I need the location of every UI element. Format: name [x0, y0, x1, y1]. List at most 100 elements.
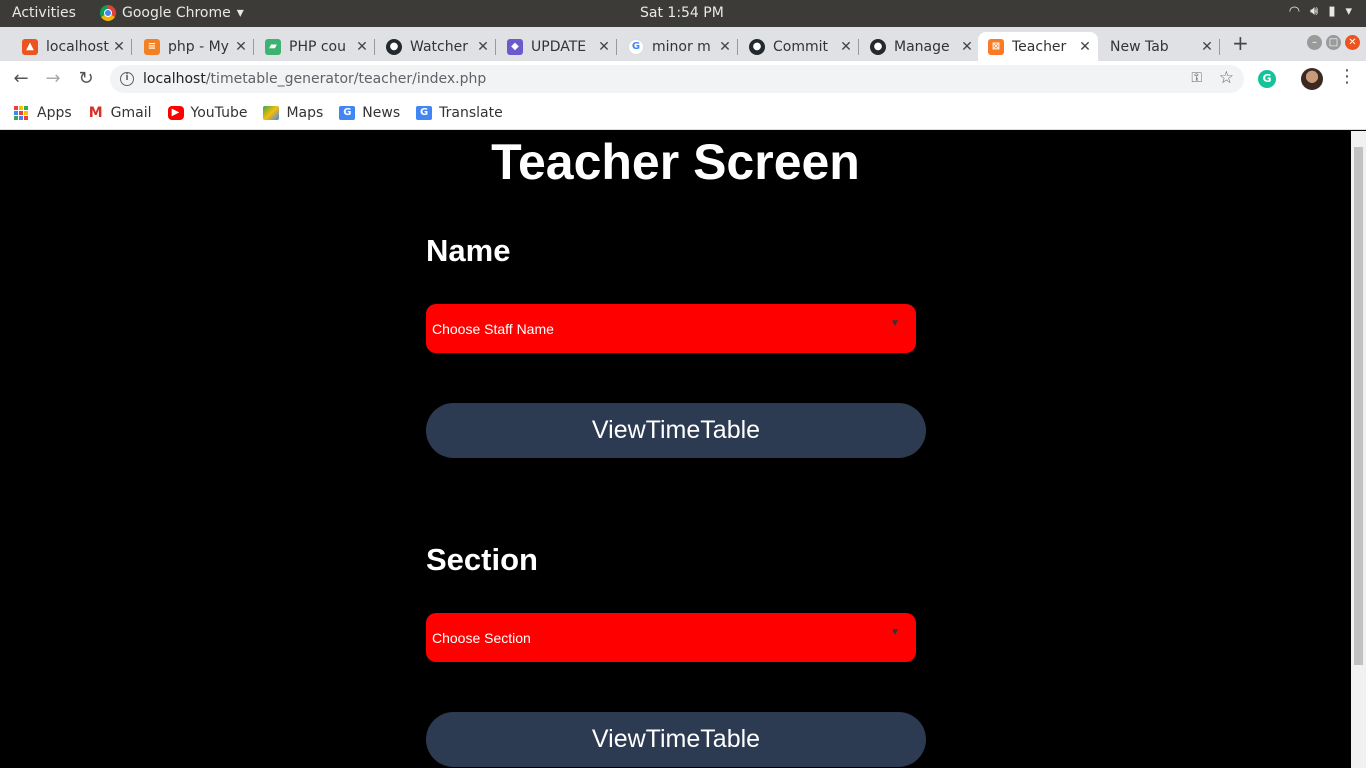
google-icon: G [628, 38, 644, 55]
tab-watcher[interactable]: ● Watcher ✕ [376, 32, 496, 61]
dropdown-arrow-icon: ▼ [890, 627, 900, 638]
key-icon[interactable]: ⚿ [1191, 70, 1202, 86]
github-icon: ● [749, 38, 765, 55]
tab-label: Manage [894, 38, 950, 55]
view-timetable-button[interactable]: ViewTimeTable [426, 403, 926, 458]
news-icon: G [339, 106, 356, 120]
close-icon[interactable]: ✕ [716, 39, 734, 55]
tab-php-my[interactable]: ≡ php - My ✕ [134, 32, 254, 61]
bookmark-news[interactable]: G News [339, 105, 400, 121]
chevron-down-icon: ▾ [236, 5, 244, 21]
bookmark-label: Translate [439, 105, 503, 121]
tab-divider [131, 39, 132, 55]
update-icon: ◆ [507, 38, 523, 55]
github-icon: ● [870, 38, 886, 55]
tab-new-tab[interactable]: New Tab ✕ [1100, 32, 1220, 61]
bookmark-translate[interactable]: G Translate [416, 105, 503, 121]
volume-icon[interactable]: 🔊︎ [1310, 4, 1318, 19]
bookmark-label: Gmail [110, 105, 152, 121]
close-icon[interactable]: ✕ [474, 39, 492, 55]
maps-icon [263, 106, 280, 120]
close-icon[interactable]: ✕ [353, 39, 371, 55]
chevron-down-icon[interactable]: ▾ [1345, 4, 1352, 19]
name-label: Name [426, 233, 511, 268]
close-icon[interactable]: ✕ [958, 39, 976, 55]
window-controls: – □ ✕ [1307, 35, 1360, 50]
tab-commit[interactable]: ● Commit ✕ [739, 32, 859, 61]
tab-label: localhost [46, 38, 109, 55]
grammarly-icon[interactable]: G [1258, 70, 1276, 88]
apps-grid-icon [14, 106, 28, 120]
php-course-icon: ▰ [265, 38, 281, 55]
close-window-button[interactable]: ✕ [1345, 35, 1360, 50]
tab-label: New Tab [1110, 38, 1169, 55]
app-menu[interactable]: Google Chrome ▾ [100, 5, 244, 21]
staff-name-select[interactable]: Choose Staff Name ▼ [426, 304, 916, 353]
tab-label: Watcher [410, 38, 468, 55]
star-icon[interactable]: ☆ [1219, 68, 1234, 88]
bookmark-youtube[interactable]: ▶ YouTube [167, 105, 247, 121]
tab-teacher[interactable]: ⊠ Teacher ✕ [978, 32, 1098, 61]
bookmark-gmail[interactable]: M Gmail [88, 105, 152, 121]
avatar[interactable] [1301, 68, 1323, 90]
maximize-button[interactable]: □ [1326, 35, 1341, 50]
stackoverflow-icon: ≡ [144, 38, 160, 55]
tab-update[interactable]: ◆ UPDATE ✕ [497, 32, 617, 61]
forward-button[interactable]: → [42, 68, 64, 90]
close-icon[interactable]: ✕ [1198, 39, 1216, 55]
translate-icon: G [416, 106, 433, 120]
tab-divider [1219, 39, 1220, 55]
bookmark-apps[interactable]: Apps [14, 105, 72, 121]
system-tray[interactable]: ◠ 🔊︎ ▮ ▾ [1289, 4, 1352, 19]
tab-divider [495, 39, 496, 55]
new-tab-button[interactable]: + [1232, 31, 1249, 55]
tab-label: PHP cou [289, 38, 346, 55]
page-title: Teacher Screen [491, 134, 860, 190]
bookmark-label: News [362, 105, 401, 121]
scrollbar-thumb[interactable] [1354, 147, 1363, 665]
tab-manage[interactable]: ● Manage ✕ [860, 32, 980, 61]
select-value: Choose Section [432, 629, 531, 646]
minimize-button[interactable]: – [1307, 35, 1322, 50]
scrollbar[interactable] [1351, 131, 1366, 768]
clock[interactable]: Sat 1:54 PM [640, 5, 724, 21]
url-path: /timetable_generator/teacher/index.php [205, 71, 487, 87]
close-icon[interactable]: ✕ [595, 39, 613, 55]
tab-divider [858, 39, 859, 55]
bookmark-maps[interactable]: Maps [263, 105, 323, 121]
tab-divider [616, 39, 617, 55]
back-button[interactable]: ← [10, 68, 32, 90]
app-name: Google Chrome [122, 5, 231, 21]
close-icon[interactable]: ✕ [837, 39, 855, 55]
chrome-icon [100, 5, 116, 21]
select-value: Choose Staff Name [432, 320, 554, 337]
section-select[interactable]: Choose Section ▼ [426, 613, 916, 662]
tab-label: Commit [773, 38, 828, 55]
tab-divider [253, 39, 254, 55]
gmail-icon: M [88, 105, 103, 121]
section-label: Section [426, 542, 538, 577]
tab-label: minor m [652, 38, 711, 55]
os-top-bar: Activities Google Chrome ▾ Sat 1:54 PM ◠… [0, 0, 1366, 27]
info-icon[interactable]: i [120, 72, 134, 86]
wifi-icon[interactable]: ◠ [1289, 4, 1300, 19]
close-icon[interactable]: ✕ [110, 39, 128, 55]
tab-localhost[interactable]: ▲ localhost ✕ [12, 32, 132, 61]
activities-button[interactable]: Activities [12, 5, 76, 21]
view-timetable-button[interactable]: ViewTimeTable [426, 712, 926, 767]
close-icon[interactable]: ✕ [232, 39, 250, 55]
xampp-icon: ⊠ [988, 38, 1004, 55]
tab-strip: ▲ localhost ✕ ≡ php - My ✕ ▰ PHP cou ✕ ●… [0, 27, 1366, 61]
reload-button[interactable]: ↻ [75, 68, 97, 90]
tab-divider [374, 39, 375, 55]
tab-label: Teacher [1012, 38, 1067, 55]
close-icon[interactable]: ✕ [1076, 39, 1094, 55]
page-content: Teacher Screen Name Choose Staff Name ▼ … [0, 131, 1351, 768]
battery-icon[interactable]: ▮ [1328, 4, 1335, 19]
browser-toolbar: ← → ↻ i localhost/timetable_generator/te… [0, 61, 1366, 97]
bookmark-label: Maps [286, 105, 324, 121]
tab-minor[interactable]: G minor m ✕ [618, 32, 738, 61]
address-bar[interactable]: i localhost/timetable_generator/teacher/… [110, 65, 1244, 93]
menu-icon[interactable]: ⋮ [1338, 66, 1356, 87]
tab-php-course[interactable]: ▰ PHP cou ✕ [255, 32, 375, 61]
